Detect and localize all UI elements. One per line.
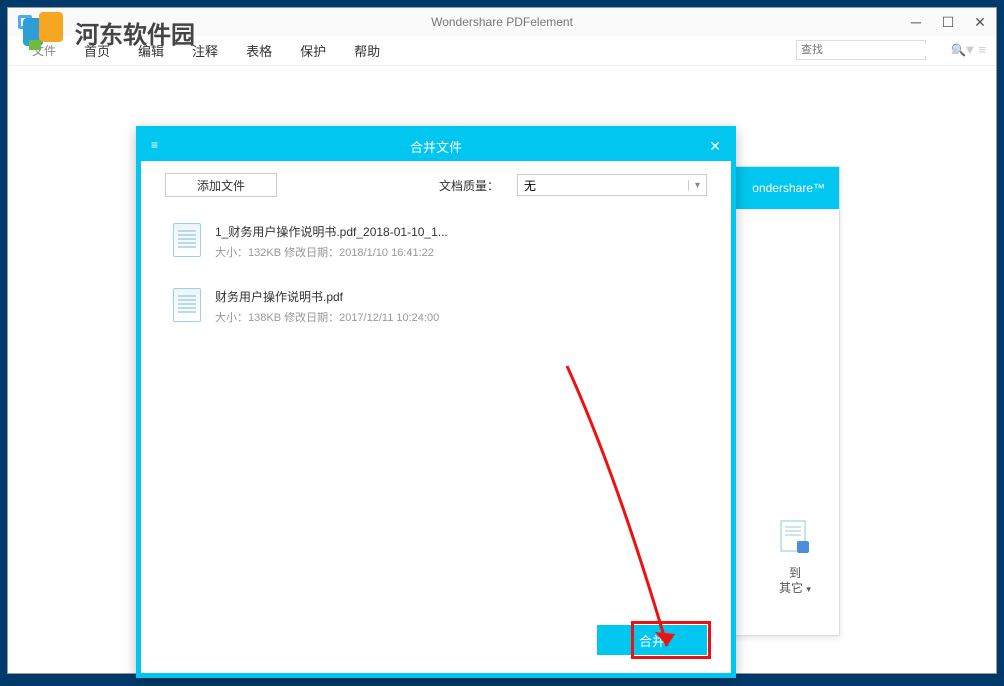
content-area: 河东软件园 www.pc0359.cn ondershare™ 到 其它 ▾ bbox=[8, 66, 996, 673]
document-icon bbox=[173, 223, 201, 257]
quality-label: 文档质量： bbox=[439, 177, 499, 194]
nav-down-icon[interactable]: ▼ bbox=[964, 42, 977, 57]
chevron-down-icon: ▾ bbox=[806, 584, 811, 594]
menu-table[interactable]: 表格 bbox=[234, 37, 284, 64]
dialog-close-button[interactable]: ✕ bbox=[709, 138, 721, 155]
dialog-toolbar: 添加文件 文档质量： 无 ▾ bbox=[141, 161, 731, 209]
nav-up-icon[interactable]: ▲ bbox=[949, 42, 962, 57]
menu-home[interactable]: 首页 bbox=[72, 37, 122, 64]
file-info: 财务用户操作说明书.pdf 大小：138KB 修改日期：2017/12/11 1… bbox=[215, 288, 439, 325]
dialog-menu-icon[interactable]: ≡ bbox=[151, 138, 158, 152]
file-meta: 大小：132KB 修改日期：2018/1/10 16:41:22 bbox=[215, 244, 448, 260]
quality-select[interactable]: 无 ▾ bbox=[517, 174, 707, 196]
list-item[interactable]: 1_财务用户操作说明书.pdf_2018-01-10_1... 大小：132KB… bbox=[165, 209, 707, 274]
file-name: 1_财务用户操作说明书.pdf_2018-01-10_1... bbox=[215, 223, 448, 240]
document-convert-icon bbox=[779, 519, 811, 557]
document-icon bbox=[173, 288, 201, 322]
menubar: 文件 首页 编辑 注释 表格 保护 帮助 🔍 ▲ ▼ ≡ bbox=[8, 36, 996, 66]
file-meta: 大小：138KB 修改日期：2017/12/11 10:24:00 bbox=[215, 309, 439, 325]
convert-to-other-tile[interactable]: 到 其它 ▾ bbox=[779, 519, 811, 597]
menu-edit[interactable]: 编辑 bbox=[126, 37, 176, 64]
quality-value: 无 bbox=[524, 177, 536, 194]
file-info: 1_财务用户操作说明书.pdf_2018-01-10_1... 大小：132KB… bbox=[215, 223, 448, 260]
merge-dialog: ≡ 合并文件 ✕ 添加文件 文档质量： 无 ▾ 1_财务用户操作说明书.pdf_… bbox=[136, 126, 736, 678]
search-input[interactable] bbox=[797, 44, 947, 56]
titlebar: Wondershare PDFelement ─ ☐ ✕ bbox=[8, 8, 996, 36]
menu-help[interactable]: 帮助 bbox=[342, 37, 392, 64]
tile-label: 到 其它 ▾ bbox=[779, 566, 811, 597]
search-box[interactable]: 🔍 bbox=[796, 40, 926, 60]
add-file-button[interactable]: 添加文件 bbox=[165, 173, 277, 197]
close-button[interactable]: ✕ bbox=[964, 8, 996, 36]
app-window: Wondershare PDFelement ─ ☐ ✕ 文件 首页 编辑 注释… bbox=[7, 7, 997, 674]
dialog-header: ≡ 合并文件 ✕ bbox=[141, 131, 731, 161]
file-name: 财务用户操作说明书.pdf bbox=[215, 288, 439, 305]
menu-protect[interactable]: 保护 bbox=[288, 37, 338, 64]
window-title: Wondershare PDFelement bbox=[431, 15, 573, 29]
dialog-footer: 合并 bbox=[597, 625, 707, 655]
menu-annotate[interactable]: 注释 bbox=[180, 37, 230, 64]
maximize-button[interactable]: ☐ bbox=[932, 8, 964, 36]
app-icon bbox=[16, 13, 34, 31]
list-item[interactable]: 财务用户操作说明书.pdf 大小：138KB 修改日期：2017/12/11 1… bbox=[165, 274, 707, 339]
merge-button[interactable]: 合并 bbox=[597, 625, 707, 655]
minimize-button[interactable]: ─ bbox=[900, 8, 932, 36]
file-list: 1_财务用户操作说明书.pdf_2018-01-10_1... 大小：132KB… bbox=[141, 209, 731, 339]
brand-text: ondershare™ bbox=[752, 181, 825, 195]
nav-arrows: ▲ ▼ ≡ bbox=[949, 42, 986, 57]
window-controls: ─ ☐ ✕ bbox=[900, 8, 996, 36]
nav-list-icon[interactable]: ≡ bbox=[978, 42, 986, 57]
dialog-title: 合并文件 bbox=[410, 137, 462, 156]
chevron-down-icon: ▾ bbox=[688, 180, 700, 191]
menu-file[interactable]: 文件 bbox=[20, 38, 68, 63]
